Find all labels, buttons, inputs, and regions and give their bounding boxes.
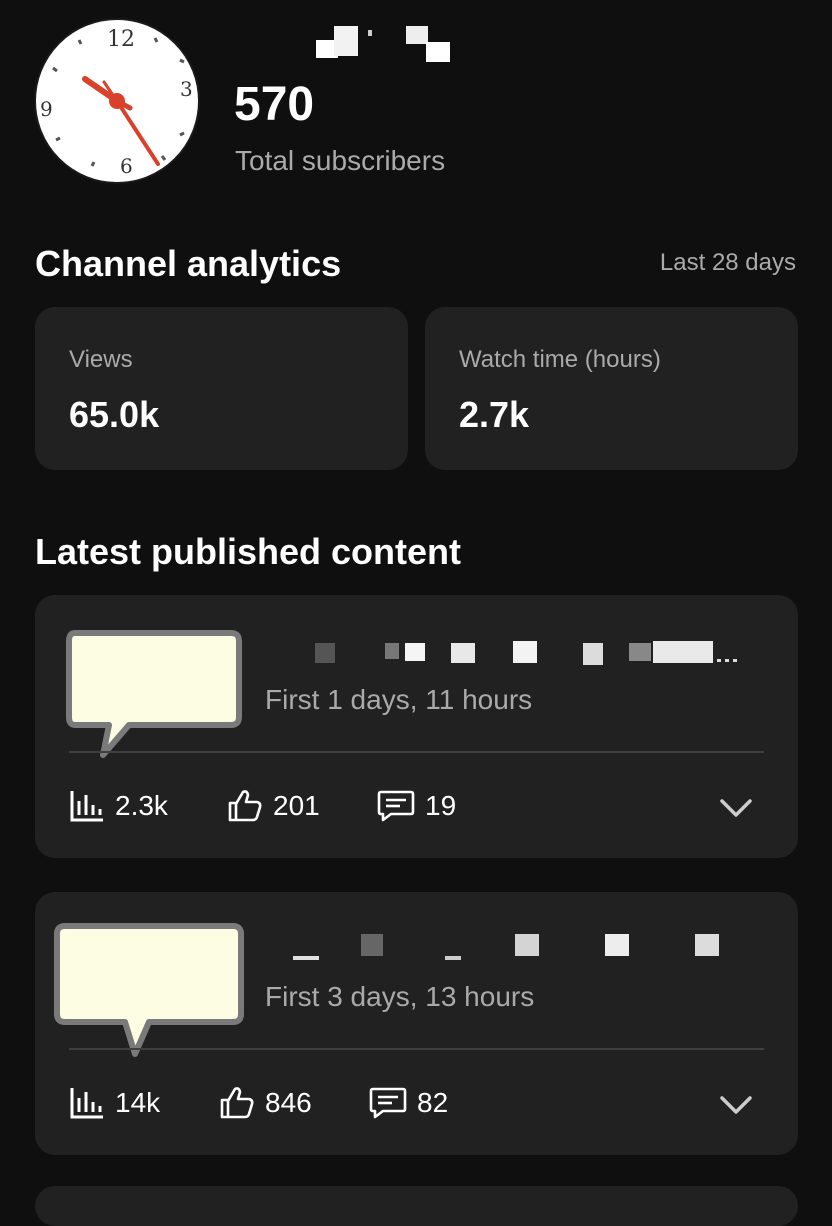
watch-time-card[interactable]: Watch time (hours) 2.7k xyxy=(425,307,798,470)
content-card[interactable]: First 3 days, 13 hours 14k 846 82 xyxy=(35,892,798,1155)
video-title-redacted[interactable] xyxy=(265,930,765,960)
thumbs-up-icon xyxy=(220,1087,254,1119)
likes-count: 201 xyxy=(273,790,320,821)
likes-stat: 201 xyxy=(227,789,320,823)
speech-bubble-icon xyxy=(54,923,244,1057)
divider xyxy=(69,1048,764,1050)
views-value: 65.0k xyxy=(69,394,160,435)
comments-stat: 82 xyxy=(369,1086,448,1120)
svg-text:3: 3 xyxy=(180,77,193,101)
comments-count: 19 xyxy=(425,790,457,821)
likes-stat: 846 xyxy=(219,1086,312,1120)
video-age: First 1 days, 11 hours xyxy=(265,684,533,715)
latest-content-title: Latest published content xyxy=(35,531,462,572)
likes-count: 846 xyxy=(265,1087,312,1118)
content-card[interactable]: First 1 days, 11 hours 2.3k 201 19 xyxy=(35,595,798,858)
comments-count: 82 xyxy=(417,1087,449,1118)
svg-text:12: 12 xyxy=(107,27,135,52)
video-age: First 3 days, 13 hours xyxy=(265,981,535,1012)
channel-name-redacted xyxy=(230,18,470,64)
svg-text:6: 6 xyxy=(120,154,133,178)
svg-text:9: 9 xyxy=(40,97,53,121)
bar-chart-icon xyxy=(70,1088,103,1119)
bar-chart-icon xyxy=(70,791,103,822)
comments-stat: 19 xyxy=(377,789,456,823)
thumbs-up-icon xyxy=(228,790,262,822)
divider xyxy=(69,751,764,753)
subscriber-count: 570 xyxy=(234,78,315,131)
watch-time-value: 2.7k xyxy=(459,394,530,435)
subscriber-label: Total subscribers xyxy=(235,145,446,176)
views-stat: 14k xyxy=(69,1086,160,1120)
analytics-title: Channel analytics xyxy=(35,243,342,284)
chevron-down-icon[interactable] xyxy=(718,1092,754,1116)
speech-bubble-icon xyxy=(66,630,242,758)
views-count: 14k xyxy=(115,1087,161,1118)
views-card[interactable]: Views 65.0k xyxy=(35,307,408,470)
watch-time-label: Watch time (hours) xyxy=(459,346,661,373)
content-card-partial[interactable] xyxy=(35,1186,798,1226)
views-label: Views xyxy=(69,346,133,373)
channel-avatar[interactable]: 12 3 6 9 xyxy=(34,16,200,186)
clock-icon: 12 3 6 9 xyxy=(34,18,200,184)
comment-icon xyxy=(369,1087,407,1119)
chevron-down-icon[interactable] xyxy=(718,795,754,819)
views-stat: 2.3k xyxy=(69,789,168,823)
comment-icon xyxy=(377,790,415,822)
date-range-label[interactable]: Last 28 days xyxy=(660,248,796,278)
video-title-redacted[interactable] xyxy=(265,639,765,669)
views-count: 2.3k xyxy=(115,790,168,821)
